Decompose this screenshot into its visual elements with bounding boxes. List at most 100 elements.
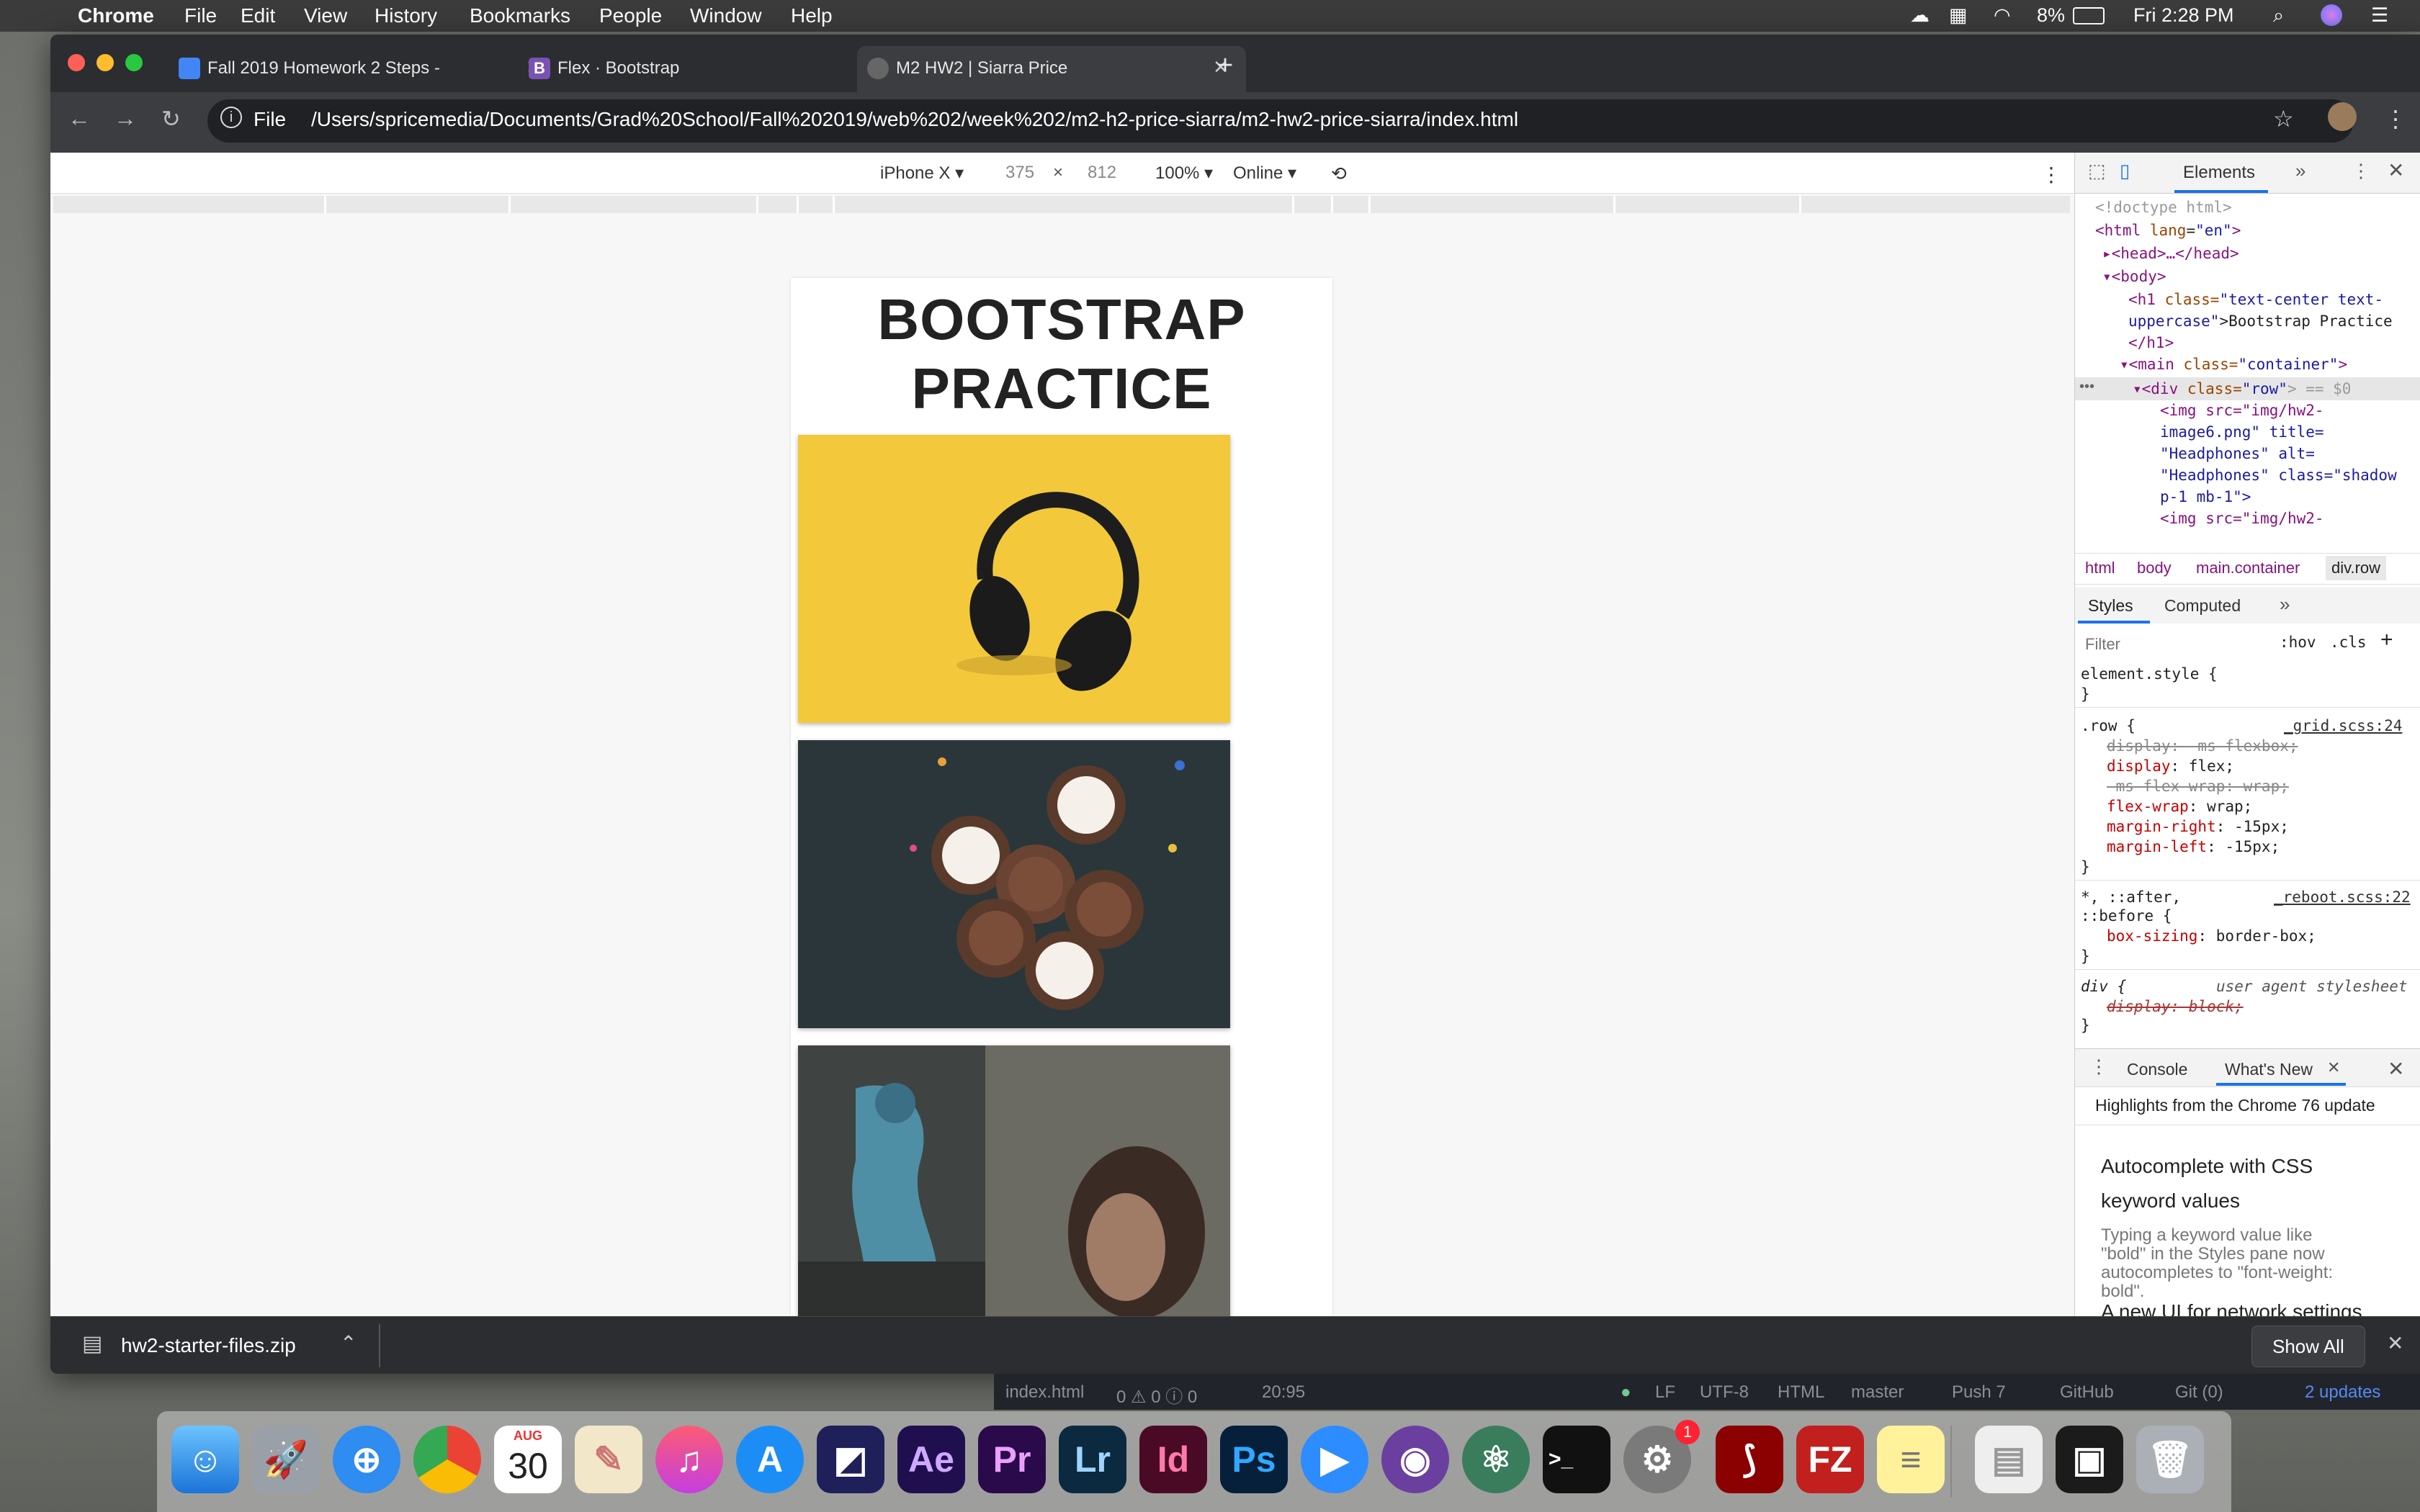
tab-styles[interactable]: Styles — [2088, 596, 2133, 616]
atom-grammar[interactable]: HTML — [1778, 1382, 1824, 1403]
menu-people[interactable]: People — [599, 4, 662, 27]
info-icon[interactable]: i — [220, 107, 242, 128]
media-encoder-icon[interactable]: ◩ — [817, 1426, 884, 1493]
pdf-document-icon[interactable]: ▤ — [1975, 1426, 2043, 1493]
inspect-element-icon[interactable]: ⬚ — [2088, 160, 2106, 182]
menu-help[interactable]: Help — [791, 4, 833, 27]
breadcrumb-html[interactable]: html — [2085, 559, 2115, 577]
rule-decl[interactable]: margin-right: -15px; — [2107, 818, 2289, 835]
atom-file-name[interactable]: index.html — [1005, 1382, 1084, 1403]
breadcrumb-body[interactable]: body — [2137, 559, 2172, 577]
indesign-icon[interactable]: Id — [1139, 1426, 1207, 1493]
dom-img-line[interactable]: <img src="img/hw2- — [2160, 402, 2324, 419]
atom-github[interactable]: GitHub — [2060, 1382, 2114, 1403]
launchpad-icon[interactable]: 🚀 — [252, 1426, 320, 1493]
safari-icon[interactable]: ⊕ — [333, 1426, 400, 1493]
atom-icon[interactable]: ⚛ — [1462, 1426, 1530, 1493]
rule-universal-source-link[interactable]: _reboot.scss:22 — [2274, 888, 2411, 906]
acrobat-icon[interactable]: ⟆ — [1716, 1426, 1783, 1493]
atom-diagnostics[interactable]: 0 ⚠ 0 ⓘ 0 — [1116, 1382, 1197, 1408]
atom-cursor-position[interactable]: 20:95 — [1262, 1382, 1305, 1403]
wifi-icon[interactable]: ◠ — [1994, 4, 2011, 27]
notification-center-icon[interactable]: ☰ — [2371, 4, 2388, 27]
dom-html[interactable]: <html lang="en"> — [2095, 222, 2241, 239]
menu-app-name[interactable]: Chrome — [78, 4, 154, 27]
siri-icon[interactable] — [2321, 4, 2342, 26]
chevron-up-icon[interactable]: ⌃ — [340, 1331, 357, 1355]
hover-state-toggle[interactable]: :hov — [2280, 634, 2316, 651]
show-all-button[interactable]: Show All — [2251, 1326, 2365, 1367]
rule-decl[interactable]: display: flex; — [2107, 757, 2234, 775]
dom-img-line[interactable]: p-1 mb-1"> — [2160, 488, 2251, 505]
device-height-input[interactable]: 812 — [1088, 163, 1116, 183]
breadcrumb-div-row[interactable]: div.row — [2326, 556, 2387, 580]
premiere-icon[interactable]: Pr — [978, 1426, 1046, 1493]
device-select[interactable]: iPhone X ▾ — [880, 163, 964, 184]
close-window-icon[interactable] — [68, 54, 85, 71]
dom-doctype[interactable]: <!doctype html> — [2095, 199, 2232, 216]
notes-icon[interactable]: ≡ — [1877, 1426, 1945, 1493]
zoom-select[interactable]: 100% ▾ — [1155, 163, 1213, 184]
dom-head[interactable]: ▸<head>…</head> — [2102, 245, 2239, 262]
after-effects-icon[interactable]: Ae — [897, 1426, 965, 1493]
atom-push[interactable]: Push 7 — [1952, 1382, 2006, 1403]
drive-icon[interactable]: ▦ — [1949, 4, 1968, 27]
atom-line-ending[interactable]: LF — [1655, 1382, 1675, 1403]
device-width-input[interactable]: 375 — [1005, 163, 1034, 183]
close-shelf-icon[interactable]: ✕ — [2387, 1331, 2403, 1355]
tab-computed[interactable]: Computed — [2164, 596, 2241, 616]
whats-new-item-title[interactable]: Autocomplete with CSS — [2101, 1155, 2313, 1178]
dom-h1-cont[interactable]: uppercase">Bootstrap Practice — [2128, 312, 2393, 330]
github-desktop-icon[interactable]: ◉ — [1381, 1426, 1449, 1493]
close-drawer-tab-icon[interactable]: ✕ — [2327, 1058, 2340, 1077]
new-tab-icon[interactable]: + — [1217, 50, 1233, 96]
rule-universal-selector-cont[interactable]: ::before { — [2081, 907, 2172, 924]
drawer-tab-console[interactable]: Console — [2127, 1060, 2187, 1079]
rule-decl[interactable]: flex-wrap: wrap; — [2107, 798, 2252, 815]
rule-div-selector[interactable]: div { — [2081, 978, 2126, 995]
spotlight-search-icon[interactable]: ⌕ — [2273, 4, 2284, 27]
close-devtools-icon[interactable]: ✕ — [2388, 158, 2404, 182]
dom-main[interactable]: ▾<main class="container"> — [2120, 356, 2347, 373]
rule-element-style[interactable]: element.style { — [2081, 665, 2218, 683]
dom-img-line[interactable]: <img src="img/hw2- — [2160, 510, 2324, 527]
media-query-ruler[interactable] — [53, 196, 2070, 213]
trash-icon[interactable]: 🗑 — [2136, 1426, 2204, 1493]
back-icon[interactable]: ← — [68, 105, 91, 132]
photoshop-icon[interactable]: Ps — [1220, 1426, 1288, 1493]
atom-encoding[interactable]: UTF-8 — [1700, 1382, 1749, 1403]
app-store-icon[interactable]: A — [736, 1426, 804, 1493]
atom-branch[interactable]: master — [1851, 1382, 1904, 1403]
more-tabs-icon[interactable]: » — [2295, 160, 2305, 182]
rule-decl-overridden[interactable]: display: -ms-flexbox; — [2107, 737, 2298, 755]
menu-edit[interactable]: Edit — [241, 4, 275, 27]
filezilla-icon[interactable]: FZ — [1796, 1426, 1864, 1493]
rule-decl-overridden[interactable]: display: block; — [2107, 998, 2244, 1015]
minimize-window-icon[interactable] — [97, 54, 114, 71]
dom-img-line[interactable]: "Headphones" alt= — [2160, 445, 2315, 462]
new-rule-icon[interactable]: + — [2380, 628, 2393, 652]
menu-file[interactable]: File — [184, 4, 217, 27]
finder-icon[interactable]: ☺ — [171, 1426, 239, 1493]
lightroom-icon[interactable]: Lr — [1059, 1426, 1126, 1493]
rule-row-selector[interactable]: .row { — [2081, 717, 2136, 734]
devtools-menu-icon[interactable]: ⋮ — [2352, 160, 2370, 182]
dom-ellipsis-icon[interactable]: ••• — [2079, 379, 2094, 395]
menu-view[interactable]: View — [304, 4, 347, 27]
menu-clock[interactable]: Fri 2:28 PM — [2133, 4, 2234, 27]
dom-img-line[interactable]: image6.png" title= — [2160, 423, 2324, 441]
device-toolbar-menu-icon[interactable]: ⋮ — [2041, 163, 2061, 186]
forward-icon[interactable]: → — [114, 105, 137, 132]
chrome-icon[interactable] — [413, 1426, 481, 1493]
menu-history[interactable]: History — [375, 4, 437, 27]
rotate-icon[interactable]: ⟲ — [1331, 163, 1347, 185]
rule-decl-overridden[interactable]: -ms-flex-wrap: wrap; — [2107, 778, 2289, 795]
rule-decl[interactable]: box-sizing: border-box; — [2107, 927, 2316, 945]
tab-flex-bootstrap[interactable]: B Flex · Bootstrap ✕ — [519, 46, 893, 92]
zoom-window-icon[interactable] — [125, 54, 143, 71]
atom-updates[interactable]: 2 updates — [2305, 1382, 2380, 1403]
dom-h1[interactable]: <h1 class="text-center text- — [2128, 291, 2383, 308]
whats-new-item-title[interactable]: keyword values — [2101, 1189, 2240, 1212]
pages-icon[interactable]: ✎ — [575, 1426, 642, 1493]
download-filename[interactable]: hw2-starter-files.zip — [121, 1334, 296, 1357]
